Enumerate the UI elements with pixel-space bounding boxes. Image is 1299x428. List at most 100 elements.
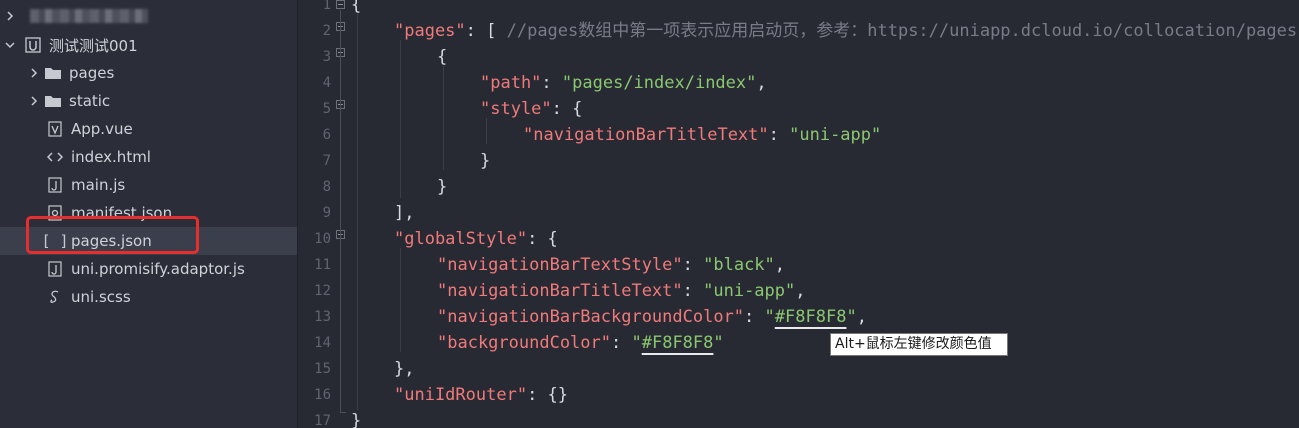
tree-item-manifest-json[interactable]: manifest.json [0, 199, 297, 227]
indent-guide [400, 248, 401, 352]
chevron-down-icon[interactable] [4, 31, 16, 59]
tree-item-label: pages [69, 64, 115, 82]
line-number: 5 [322, 101, 331, 117]
line-number: 11 [314, 257, 331, 273]
workspace-name-redacted [30, 9, 148, 23]
project-row[interactable]: 测试测试001 [0, 31, 297, 59]
line-number-gutter: 1 2 3 4 5 6 7 8 9 10 11 12 13 14 15 16 1… [299, 0, 351, 428]
tree-item-uni-scss[interactable]: uni.scss [0, 283, 297, 311]
indent-guide [357, 14, 358, 410]
line-number: 10 [314, 231, 331, 247]
fold-range-end [340, 412, 346, 413]
chevron-right-icon[interactable] [4, 2, 16, 30]
punctuation: ], [394, 203, 415, 223]
tree-item-label: manifest.json [71, 204, 173, 222]
tree-item-index-html[interactable]: index.html [0, 143, 297, 171]
tree-item-label: pages.json [71, 232, 152, 250]
code-area[interactable]: { "pages": [ //pages数组中第一项表示应用启动页，参考：htt… [351, 0, 1299, 428]
json-key: "pages" [394, 21, 466, 41]
color-value[interactable]: #F8F8F8 [775, 307, 847, 327]
line-number: 1 [322, 0, 331, 13]
code-line-13: "navigationBarBackgroundColor": "#F8F8F8… [437, 304, 867, 330]
tree-item-static-folder[interactable]: static [0, 87, 297, 115]
line-number: 3 [322, 49, 331, 65]
punctuation: : { [527, 229, 558, 249]
sass-file-icon [46, 283, 64, 311]
fold-toggle-icon[interactable] [336, 0, 345, 9]
punctuation: , [774, 255, 786, 275]
fold-range-line [340, 10, 341, 412]
tree-item-label: main.js [71, 176, 126, 194]
line-number: 6 [322, 127, 331, 143]
json-file-icon: [ ] [41, 232, 69, 250]
json-string: "black" [703, 255, 775, 275]
code-comment: //pages数组中第一项表示应用启动页，参考：https://uniapp.d… [506, 21, 1298, 41]
code-line-4: "path": "pages/index/index", [480, 70, 767, 96]
code-editor[interactable]: 1 2 3 4 5 6 7 8 9 10 11 12 13 14 15 16 1… [299, 0, 1299, 428]
json-key: "uniIdRouter" [394, 385, 528, 405]
json-string: "uni-app" [789, 125, 882, 145]
json-key: "globalStyle" [394, 229, 528, 249]
code-line-15: }, [394, 356, 414, 382]
tree-item-uni-promisify-js[interactable]: uni.promisify.adaptor.js [0, 255, 297, 283]
punctuation: : [768, 125, 790, 145]
workspace-root-row[interactable] [0, 2, 297, 30]
json-key: "navigationBarTitleText" [437, 281, 683, 301]
vue-file-icon [46, 115, 64, 143]
indent-guide [400, 40, 401, 198]
punctuation: : [744, 307, 765, 327]
tree-item-app-vue[interactable]: App.vue [0, 115, 297, 143]
tree-item-label: uni.scss [71, 288, 131, 306]
line-number: 7 [322, 153, 331, 169]
tree-item-label: uni.promisify.adaptor.js [71, 260, 245, 278]
settings-file-icon [46, 199, 64, 227]
color-value[interactable]: #F8F8F8 [642, 333, 714, 353]
punctuation: : [ [465, 21, 507, 41]
code-line-16: "uniIdRouter": {} [394, 382, 568, 408]
punctuation: : [541, 73, 562, 93]
chevron-right-icon[interactable] [28, 87, 40, 115]
json-string: "uni-app" [703, 281, 796, 301]
tree-item-pages-folder[interactable]: pages [0, 59, 297, 87]
js-file-icon [46, 171, 64, 199]
tree-item-main-js[interactable]: main.js [0, 171, 297, 199]
code-line-10: "globalStyle": { [394, 226, 558, 252]
punctuation: , [756, 73, 767, 93]
tree-item-label: static [69, 92, 111, 110]
code-line-8: } [437, 174, 447, 200]
folder-icon [44, 59, 62, 87]
punctuation: } [480, 151, 491, 171]
tree-item-pages-json[interactable]: [ ] pages.json [0, 227, 297, 255]
tree-item-label: App.vue [71, 120, 133, 138]
json-string: " [846, 307, 857, 327]
line-number: 9 [322, 205, 331, 221]
code-line-12: "navigationBarTitleText": "uni-app", [437, 278, 806, 304]
folder-icon [44, 87, 62, 115]
json-string: "pages/index/index" [561, 73, 757, 93]
code-line-11: "navigationBarTextStyle": "black", [437, 252, 785, 278]
line-number: 14 [314, 335, 331, 351]
json-key: "navigationBarTitleText" [523, 125, 769, 145]
indent-guide [443, 66, 444, 170]
punctuation: : {} [527, 385, 569, 405]
tree-item-label: index.html [71, 148, 151, 166]
color-edit-tooltip: Alt+鼠标左键修改颜色值 [830, 333, 1008, 356]
line-number: 15 [314, 361, 331, 377]
code-line-17: } [351, 408, 361, 428]
chevron-right-icon[interactable] [28, 59, 40, 87]
line-number: 8 [322, 179, 331, 195]
code-line-14: "backgroundColor": "#F8F8F8" [437, 330, 724, 356]
json-string: " [713, 333, 724, 353]
code-line-5: "style": { [480, 96, 582, 122]
line-number: 16 [314, 387, 331, 403]
code-line-2: "pages": [ //pages数组中第一项表示应用启动页，参考：https… [394, 18, 1297, 44]
punctuation: , [795, 281, 806, 301]
line-number: 2 [322, 23, 331, 39]
json-key: "navigationBarBackgroundColor" [437, 307, 745, 327]
code-line-3: { [437, 44, 447, 70]
line-number: 4 [322, 75, 331, 91]
code-line-7: } [480, 148, 490, 174]
json-string: " [764, 307, 775, 327]
brace: { [351, 0, 362, 15]
js-file-icon [46, 255, 64, 283]
